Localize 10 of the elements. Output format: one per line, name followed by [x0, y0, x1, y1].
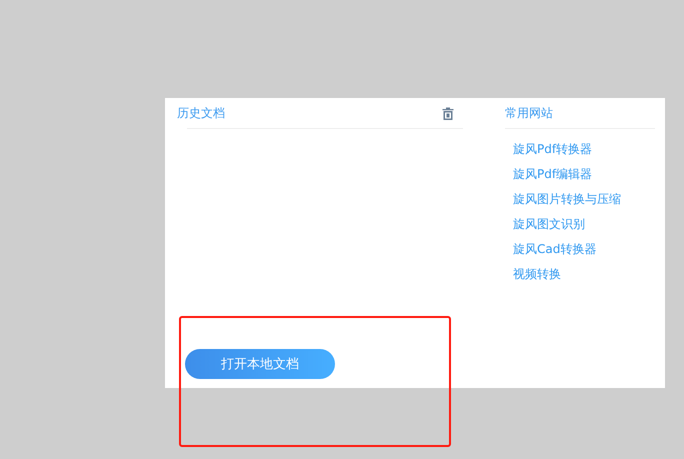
site-link[interactable]: 旋风Pdf编辑器 [513, 165, 655, 190]
site-link[interactable]: 旋风Cad转换器 [513, 240, 655, 265]
site-link[interactable]: 旋风图文识别 [513, 215, 655, 240]
site-link[interactable]: 旋风Pdf转换器 [513, 140, 655, 165]
open-file-button[interactable]: 打开本地文档 [185, 349, 335, 379]
site-link[interactable]: 旋风图片转换与压缩 [513, 190, 655, 215]
section-title: 历史文档 [177, 104, 225, 122]
delete-icon[interactable] [442, 106, 454, 120]
section-title: 常用网站 [505, 105, 554, 121]
site-link[interactable]: 视频转换 [513, 265, 655, 290]
